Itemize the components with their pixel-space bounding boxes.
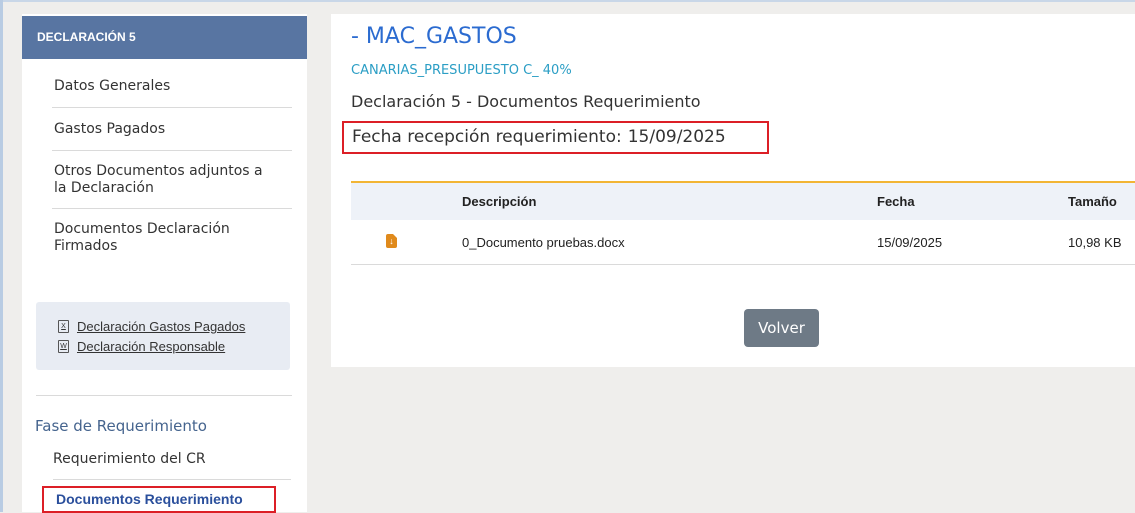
doc-link-label: Declaración Gastos Pagados [77,319,246,334]
sidebar-divider [36,395,292,396]
sidebar: DECLARACIÓN 5 Datos Generales Gastos Pag… [22,14,307,513]
sidebar-item-label-line2: la Declaración [54,179,154,196]
main-panel: - MAC_GASTOS CANARIAS_PRESUPUESTO C_ 40%… [331,14,1135,367]
table-row: ↓ 0_Documento pruebas.docx 15/09/2025 10… [351,220,1135,265]
sidebar-item-label-line1: Otros Documentos adjuntos a [54,162,263,179]
column-header-fecha: Fecha [877,194,915,209]
column-header-descripcion: Descripción [462,194,537,209]
sidebar-item-label-line2: Firmados [54,237,118,254]
doc-link-label: Declaración Responsable [77,339,226,354]
sidebar-item-label-line1: Documentos Declaración [54,220,230,237]
documents-table: Descripción Fecha Tamaño ↓ 0_Documento p… [351,181,1135,265]
sidebar-item-gastos-pagados[interactable]: Gastos Pagados [52,108,292,151]
fecha-recepcion-label: Fecha recepción requerimiento: [352,127,622,147]
sidebar-item-documentos-requerimiento[interactable]: Documentos Requerimiento [42,486,276,513]
cell-descripcion: 0_Documento pruebas.docx [462,234,625,250]
sidebar-header: DECLARACIÓN 5 [22,16,307,59]
cell-fecha: 15/09/2025 [877,234,943,250]
sidebar-item-otros-documentos[interactable]: Otros Documentos adjuntos a la Declaraci… [52,151,292,209]
fecha-recepcion: Fecha recepción requerimiento: 15/09/2025 [342,121,769,154]
sidebar-item-label: Datos Generales [54,77,171,94]
page-subtitle: CANARIAS_PRESUPUESTO C_ 40% [351,63,572,78]
declaracion-responsable-link[interactable]: W Declaración Responsable [58,339,225,354]
word-file-icon: W [58,340,69,353]
sidebar-menu: Datos Generales Gastos Pagados Otros Doc… [52,65,292,266]
sidebar-item-documentos-firmados[interactable]: Documentos Declaración Firmados [52,209,292,266]
fecha-recepcion-value: 15/09/2025 [627,127,726,147]
excel-file-icon: X [58,320,69,333]
window-top-border [0,0,1135,2]
cell-tamano: 10,98 KB [1068,234,1122,250]
declaracion-gastos-pagados-link[interactable]: X Declaración Gastos Pagados [58,319,245,334]
column-header-tamano: Tamaño [1068,194,1117,209]
table-header: Descripción Fecha Tamaño [351,183,1135,220]
sidebar-item-datos-generales[interactable]: Datos Generales [52,65,292,108]
window-left-border [0,0,3,512]
sidebar-item-requerimiento-cr[interactable]: Requerimiento del CR [53,451,291,480]
sidebar-item-label: Gastos Pagados [54,120,166,137]
volver-button[interactable]: Volver [744,309,819,347]
phase-section-title: Fase de Requerimiento [35,417,207,435]
section-heading: Declaración 5 - Documentos Requerimiento [351,92,701,111]
download-file-icon[interactable]: ↓ [386,234,397,248]
declaration-documents-box: X Declaración Gastos Pagados W Declaraci… [36,302,290,370]
page-title: - MAC_GASTOS [351,24,517,49]
